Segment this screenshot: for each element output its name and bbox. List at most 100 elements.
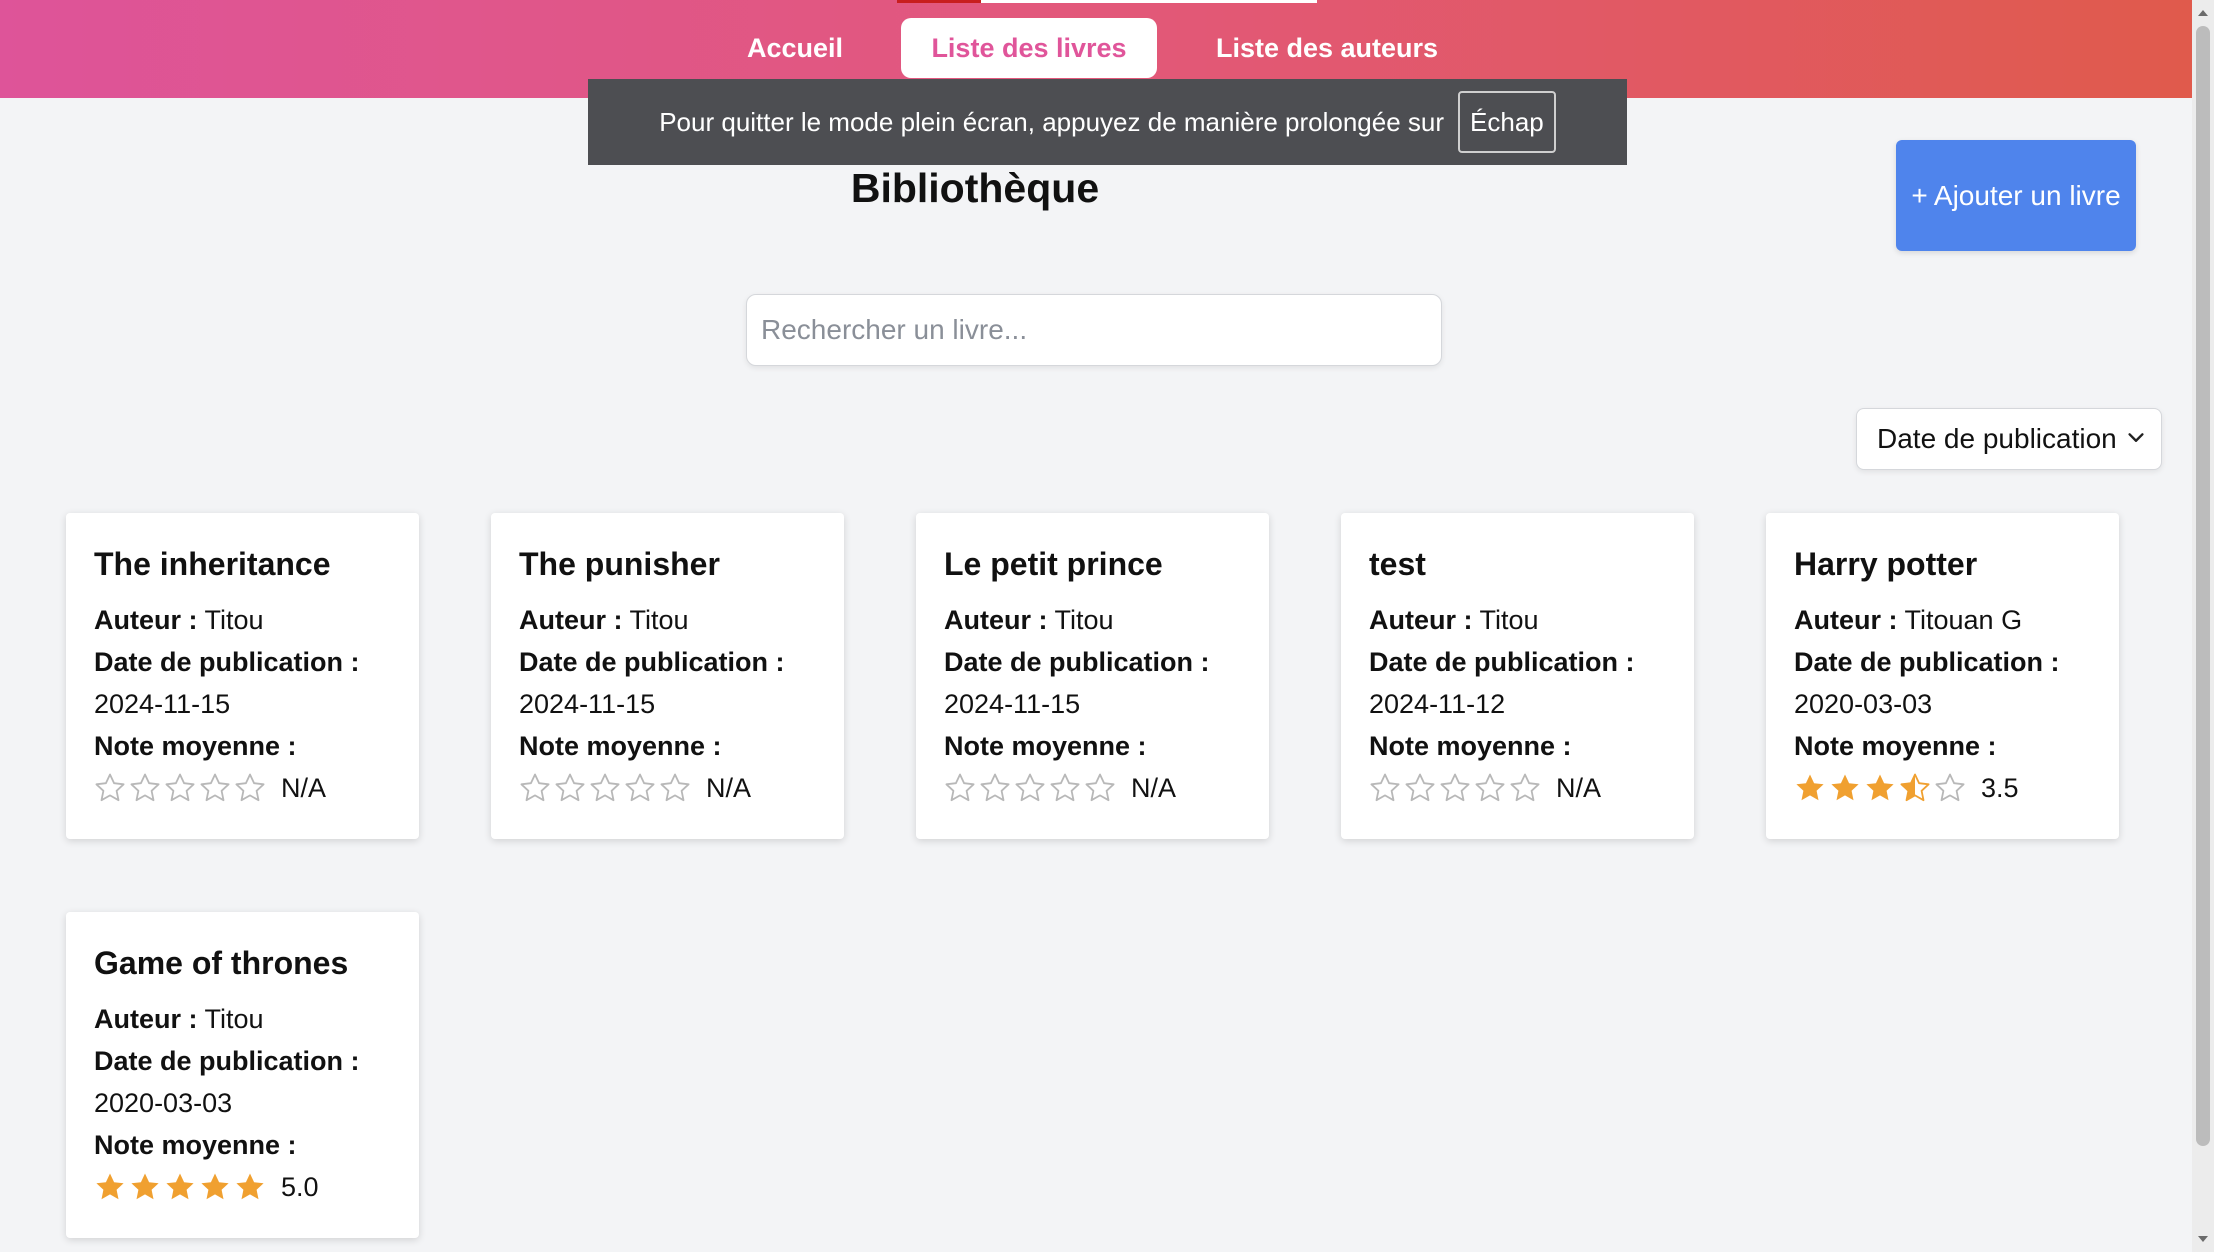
book-author-row: Auteur : Titou [1369, 599, 1694, 641]
rating-value: N/A [1131, 772, 1177, 803]
scroll-up-icon[interactable] [2196, 6, 2210, 20]
fullscreen-exit-toast: Pour quitter le mode plein écran, appuye… [588, 79, 1627, 165]
star-empty-icon [1475, 773, 1505, 802]
add-book-button-label: + Ajouter un livre [1911, 179, 2121, 211]
star-empty-icon [555, 773, 585, 802]
book-card[interactable]: The inheritance Auteur : Titou Date de p… [66, 513, 419, 839]
star-empty-icon [95, 773, 125, 802]
book-author-row: Auteur : Titouan G [1794, 599, 2119, 641]
search-input[interactable] [747, 295, 1441, 365]
star-empty-icon [200, 773, 230, 802]
star-empty-icon [625, 773, 655, 802]
star-empty-icon [1370, 773, 1400, 802]
book-rating-label: Note moyenne : [519, 731, 722, 761]
book-date-label: Date de publication : [1794, 647, 2060, 677]
book-author: Titou [204, 605, 264, 635]
star-empty-icon [130, 773, 160, 802]
book-date: 2024-11-15 [94, 689, 231, 719]
book-author-row: Auteur : Titou [94, 599, 419, 641]
book-rating-label: Note moyenne : [94, 1130, 297, 1160]
book-date-label: Date de publication : [519, 647, 785, 677]
book-author: Titou [1054, 605, 1114, 635]
rating-stars: 5.0 [94, 1166, 419, 1208]
author-label: Auteur : [944, 605, 1048, 635]
book-author: Titou [1479, 605, 1539, 635]
star-half-icon [1900, 773, 1930, 802]
book-author-row: Auteur : Titou [519, 599, 844, 641]
star-empty-icon [590, 773, 620, 802]
book-author-row: Auteur : Titou [94, 998, 419, 1040]
star-empty-icon [1935, 773, 1965, 802]
book-date: 2020-03-03 [1794, 689, 1933, 719]
sort-select[interactable]: Date de publication [1856, 408, 2162, 470]
book-date-label: Date de publication : [94, 1046, 360, 1076]
scrollbar-thumb[interactable] [2196, 26, 2210, 1146]
add-book-button[interactable]: + Ajouter un livre [1896, 140, 2136, 251]
book-card[interactable]: Game of thrones Auteur : Titou Date de p… [66, 912, 419, 1238]
page-title: Bibliothèque [850, 165, 1100, 211]
star-empty-icon [1405, 773, 1435, 802]
star-filled-icon [1796, 774, 1824, 801]
book-title: Harry potter [1794, 546, 1978, 582]
nav-link-liste-des-livres[interactable]: Liste des livres [901, 18, 1157, 78]
star-empty-icon [235, 773, 265, 802]
nav-link-accueil[interactable]: Accueil [732, 18, 858, 78]
escape-key-badge: Échap [1458, 91, 1556, 153]
author-label: Auteur : [94, 605, 198, 635]
book-title: Le petit prince [944, 546, 1163, 582]
nav-link-liste-des-auteurs[interactable]: Liste des auteurs [1199, 18, 1455, 78]
book-rating-label: Note moyenne : [1794, 731, 1997, 761]
rating-value: N/A [1556, 772, 1602, 803]
book-card[interactable]: test Auteur : Titou Date de publication … [1341, 513, 1694, 839]
book-title: The punisher [519, 546, 720, 582]
book-author-row: Auteur : Titou [944, 599, 1269, 641]
scroll-down-icon[interactable] [2196, 1232, 2210, 1246]
tab-indicator-mark [897, 0, 981, 3]
rating-stars: N/A [1369, 767, 1694, 809]
book-date: 2024-11-15 [944, 689, 1081, 719]
book-author: Titou [204, 1004, 264, 1034]
star-filled-icon [96, 1173, 124, 1200]
star-filled-icon [1866, 774, 1894, 801]
star-empty-icon [945, 773, 975, 802]
book-author: Titou [629, 605, 689, 635]
book-date: 2024-11-12 [1369, 689, 1506, 719]
vertical-scrollbar[interactable] [2192, 0, 2214, 1252]
star-filled-icon [201, 1173, 229, 1200]
rating-stars: 3.5 [1794, 767, 2119, 809]
star-empty-icon [1015, 773, 1045, 802]
book-rating-label: Note moyenne : [1369, 731, 1572, 761]
tab-indicator-mark [981, 0, 1317, 3]
search-box [746, 294, 1442, 366]
book-title: test [1369, 546, 1426, 582]
rating-value: 5.0 [281, 1171, 319, 1202]
chevron-down-icon [2128, 433, 2144, 442]
sort-select-value: Date de publication [1877, 423, 2117, 454]
book-card[interactable]: The punisher Auteur : Titou Date de publ… [491, 513, 844, 839]
author-label: Auteur : [1369, 605, 1473, 635]
star-empty-icon [520, 773, 550, 802]
star-empty-icon [165, 773, 195, 802]
rating-stars: N/A [94, 767, 419, 809]
star-empty-icon [980, 773, 1010, 802]
book-date-label: Date de publication : [1369, 647, 1635, 677]
star-empty-icon [660, 773, 690, 802]
book-date: 2020-03-03 [94, 1088, 233, 1118]
book-author: Titouan G [1904, 605, 2023, 635]
star-empty-icon [1510, 773, 1540, 802]
book-card[interactable]: Harry potter Auteur : Titouan G Date de … [1766, 513, 2119, 839]
rating-stars: N/A [944, 767, 1269, 809]
book-title: Game of thrones [94, 945, 349, 981]
rating-stars: N/A [519, 767, 844, 809]
book-rating-label: Note moyenne : [94, 731, 297, 761]
book-date-label: Date de publication : [94, 647, 360, 677]
book-card[interactable]: Le petit prince Auteur : Titou Date de p… [916, 513, 1269, 839]
book-rating-label: Note moyenne : [944, 731, 1147, 761]
star-filled-icon [166, 1173, 194, 1200]
star-empty-icon [1085, 773, 1115, 802]
star-empty-icon [1050, 773, 1080, 802]
rating-value: 3.5 [1981, 772, 2019, 803]
star-filled-icon [1831, 774, 1859, 801]
rating-value: N/A [706, 772, 752, 803]
star-filled-icon [131, 1173, 159, 1200]
